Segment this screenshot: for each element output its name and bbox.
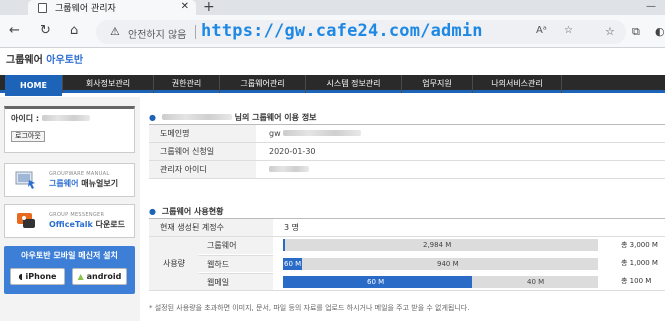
domain-prefix: gw (269, 129, 281, 138)
usage-label: 사용량 (149, 237, 199, 290)
officetalk-banner[interactable]: GROUP MESSENGER OfficeTalk 다운로드 (4, 204, 135, 238)
menu-company-info[interactable]: 회사정보관리 (62, 75, 153, 93)
groupware-usage-bar: 2,984 M (283, 239, 598, 251)
iphone-label: iPhone (25, 272, 57, 281)
info-section-title: ● 님의 그룹웨어 이용 정보 (149, 112, 317, 123)
android-button[interactable]: ▲ android (72, 268, 127, 285)
messenger-icon (17, 213, 35, 228)
apply-date-value: 2020-01-30 (269, 147, 316, 156)
webmail-remaining-text: 40 M (527, 278, 545, 286)
manual-rest-text: 매뉴얼보기 (81, 179, 119, 188)
close-tab-icon[interactable]: ✕ (181, 1, 189, 12)
login-box: 아이디 : 로그아웃 (4, 106, 135, 153)
iphone-button[interactable]: ◖ iPhone (10, 268, 65, 285)
webhard-quota: 총 1,000 M (621, 259, 658, 267)
brand-main: 그룹웨어 (6, 55, 43, 66)
home-icon[interactable]: ⌂ (70, 24, 78, 38)
info-title-suffix: 님의 그룹웨어 이용 정보 (234, 113, 317, 122)
browser-tab[interactable]: 그룹웨어 관리자 ✕ (28, 0, 196, 15)
collections-icon[interactable]: ⧉ (632, 25, 640, 39)
manual-sub-label: GROUPWARE MANUAL (49, 171, 110, 177)
webhard-used-text: 60 M (284, 260, 302, 268)
apply-date-label: 그룹웨어 신청일 (149, 143, 256, 160)
domain-value: gw (269, 125, 362, 142)
redacted-user-id (41, 115, 90, 121)
domain-label: 도메인명 (149, 125, 256, 142)
url-text[interactable]: https://gw.cafe24.com/admin (201, 21, 483, 41)
menu-home[interactable]: HOME (5, 75, 62, 96)
webmail-quota: 총 100 M (621, 277, 652, 285)
tab-title: 그룹웨어 관리자 (55, 4, 116, 14)
manual-icon (15, 171, 35, 189)
table-row: 도메인명 gw (149, 125, 665, 143)
usage-section-title: ● 그룹웨어 사용현황 (149, 206, 223, 217)
android-label: android (86, 272, 122, 281)
officetalk-text: OfficeTalk (49, 220, 93, 229)
webmail-usage-bar: 60 M 40 M (283, 276, 598, 288)
table-row: 그룹웨어 신청일 2020-01-30 (149, 143, 665, 161)
webhard-usage-bar: 60 M 940 M (283, 258, 598, 270)
bullet-icon: ● (149, 113, 156, 122)
usage-table: 현재 생성된 계정수 3 명 사용량 그룹웨어 2,984 M 총 3,000 … (149, 218, 665, 291)
webhard-remaining-text: 940 M (437, 260, 459, 268)
menu-groupware[interactable]: 그룹웨어관리 (219, 75, 305, 93)
apple-icon: ◖ (18, 272, 23, 281)
menu-permissions[interactable]: 권한관리 (153, 75, 219, 93)
not-secure-label[interactable]: 안전하지 않음 (128, 26, 186, 41)
redacted-admin-id (269, 166, 309, 172)
messenger-main-label: OfficeTalk 다운로드 (49, 219, 125, 230)
mobile-messenger-box: 아우토반 모바일 메신저 설치 ◖ iPhone ▲ android (4, 246, 135, 294)
accounts-value: 3 명 (284, 223, 299, 232)
service-webmail-label: 웹메일 (199, 273, 273, 290)
brand-accent: 아우토반 (46, 55, 84, 66)
warning-icon[interactable]: ⚠ (110, 25, 120, 38)
usage-title: 그룹웨어 사용현황 (161, 207, 224, 216)
page-icon (38, 2, 47, 13)
usage-rows: 사용량 그룹웨어 2,984 M 총 3,000 M 웹하드 60 M 940 … (149, 237, 665, 291)
id-label: 아이디 : (11, 114, 40, 123)
minimize-icon[interactable]: — (646, 1, 656, 12)
service-webhard-label: 웹하드 (199, 255, 273, 272)
menu-system-info[interactable]: 시스템 정보관리 (305, 75, 401, 93)
brand-logo[interactable]: 그룹웨어 아우토반 (6, 51, 83, 66)
usage-notice: * 설정된 사용량을 초과하면 이미지, 문서, 파일 등의 자료를 업로드 하… (149, 304, 470, 312)
url-box[interactable]: ⚠ 안전하지 않음 https://gw.cafe24.com/admin Aᵃ… (96, 20, 626, 44)
bullet-icon: ● (149, 207, 156, 216)
read-aloud-icon[interactable]: Aᵃ (536, 25, 547, 36)
address-bar: ← ↻ ⌂ ⚠ 안전하지 않음 https://gw.cafe24.com/ad… (0, 15, 665, 48)
redacted-domain (283, 130, 362, 136)
groupware-usage-fill (283, 239, 285, 251)
webmail-used-text: 60 M (367, 278, 385, 286)
service-groupware-label: 그룹웨어 (199, 237, 273, 254)
reload-icon[interactable]: ↻ (40, 24, 51, 38)
info-table: 도메인명 gw 그룹웨어 신청일 2020-01-30 관리자 아이디 (149, 124, 665, 179)
browser-tab-strip: 그룹웨어 관리자 ✕ + — (0, 0, 665, 15)
groupware-quota: 총 3,000 M (621, 241, 658, 249)
menu-work-support[interactable]: 업무지원 (401, 75, 472, 93)
favorite-star-icon[interactable]: ☆ (564, 25, 573, 36)
back-icon[interactable]: ← (9, 24, 20, 38)
download-text: 다운로드 (95, 220, 126, 229)
favorites-icon[interactable]: ☆ (605, 25, 615, 38)
mobile-title: 아우토반 모바일 메신저 설치 (21, 251, 118, 260)
menu-my-services[interactable]: 나의서비스관리 (472, 75, 562, 93)
android-icon: ▲ (77, 272, 84, 281)
accounts-row: 현재 생성된 계정수 3 명 (149, 219, 665, 237)
new-tab-icon[interactable]: + (203, 0, 215, 15)
manual-accent-text: 그룹웨어 (49, 179, 79, 188)
profile-icon[interactable]: ◐ (655, 25, 665, 38)
table-row: 관리자 아이디 (149, 161, 665, 179)
admin-id-label: 관리자 아이디 (149, 161, 256, 178)
manual-main-label: 그룹웨어 매뉴얼보기 (49, 178, 118, 189)
admin-id-value (269, 161, 309, 178)
accounts-label: 현재 생성된 계정수 (149, 219, 273, 236)
groupware-used-text: 2,984 M (423, 241, 452, 249)
messenger-sub-label: GROUP MESSENGER (49, 212, 105, 218)
logout-button[interactable]: 로그아웃 (11, 131, 45, 142)
redacted-company-name (161, 114, 232, 120)
url-divider (195, 25, 196, 39)
login-id: 아이디 : (11, 113, 90, 124)
manual-banner[interactable]: GROUPWARE MANUAL 그룹웨어 매뉴얼보기 (4, 163, 135, 197)
